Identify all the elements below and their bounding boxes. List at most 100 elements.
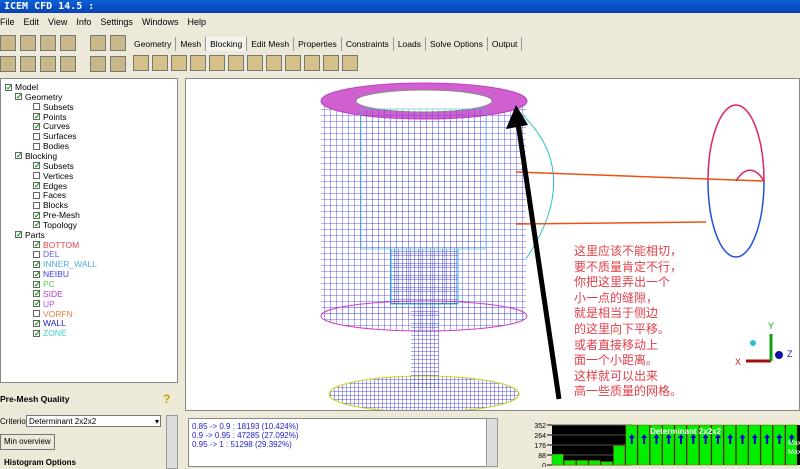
menu-help[interactable]: Help	[187, 14, 206, 30]
histogram-bar[interactable]	[576, 460, 589, 466]
toolbar-icon[interactable]	[40, 55, 56, 72]
checkbox-icon[interactable]	[33, 191, 40, 199]
checkbox-checked-icon[interactable]: ✓	[33, 162, 41, 170]
tree-item-vertices[interactable]: Vertices	[33, 171, 73, 181]
toolbar-icon[interactable]	[90, 35, 106, 51]
histogram-bar[interactable]	[613, 445, 626, 466]
tree-item-topology[interactable]: ✓ Topology	[33, 220, 77, 230]
checkbox-checked-icon[interactable]: ✓	[15, 231, 23, 239]
histogram-bar[interactable]	[773, 424, 785, 466]
tree-item-points[interactable]: ✓ Points	[33, 112, 67, 122]
toolbar-icon[interactable]	[90, 55, 106, 72]
histogram-bar[interactable]	[637, 424, 650, 466]
tree-item-geometry[interactable]: ✓ Geometry	[15, 92, 62, 102]
blocking-tool-icon[interactable]	[323, 55, 339, 71]
log-scrollbar[interactable]	[486, 418, 498, 467]
tree-item-zone[interactable]: ✓ ZONE	[33, 328, 67, 338]
checkbox-checked-icon[interactable]: ✓	[33, 182, 41, 190]
tree-item-faces[interactable]: Faces	[33, 190, 66, 200]
tab-edit-mesh[interactable]: Edit Mesh	[247, 37, 295, 51]
toolbar-icon[interactable]	[110, 55, 126, 72]
tree-item-pre-mesh[interactable]: ✓ Pre-Mesh	[33, 210, 80, 220]
checkbox-checked-icon[interactable]: ✓	[33, 260, 41, 268]
checkbox-checked-icon[interactable]: ✓	[33, 122, 41, 130]
tree-item-pc[interactable]: ✓ PC	[33, 279, 55, 289]
tab-solve-options[interactable]: Solve Options	[426, 37, 488, 51]
histogram-bar[interactable]	[564, 460, 576, 466]
tree-item-bottom[interactable]: ✓ BOTTOM	[33, 240, 79, 250]
tree-item-neibu[interactable]: ✓ NEIBU	[33, 269, 69, 279]
menu-edit[interactable]: Edit	[24, 14, 40, 30]
histogram-bar[interactable]	[723, 424, 736, 466]
tab-constraints[interactable]: Constraints	[342, 37, 394, 51]
checkbox-icon[interactable]	[33, 103, 40, 111]
tree-item-model[interactable]: ✓ Model	[5, 82, 38, 92]
blocking-tool-icon[interactable]	[304, 55, 320, 71]
tab-loads[interactable]: Loads	[394, 37, 426, 51]
checkbox-checked-icon[interactable]: ✓	[33, 319, 41, 327]
tab-properties[interactable]: Properties	[294, 37, 342, 51]
tree-item-parts[interactable]: ✓ Parts	[15, 230, 45, 240]
quality-histogram[interactable]: 352 264 176 88 0 Determinant 2x2x2 Max Max	[520, 420, 800, 469]
checkbox-icon[interactable]	[33, 132, 40, 140]
toolbar-icon[interactable]	[0, 55, 16, 72]
checkbox-icon[interactable]	[33, 172, 40, 180]
checkbox-checked-icon[interactable]: ✓	[33, 280, 41, 288]
tree-item-bodies[interactable]: Bodies	[33, 141, 69, 151]
checkbox-checked-icon[interactable]: ✓	[33, 270, 41, 278]
tree-item-up[interactable]: ✓ UP	[33, 299, 55, 309]
help-icon[interactable]: ?	[163, 392, 170, 406]
checkbox-checked-icon[interactable]: ✓	[15, 152, 23, 160]
blocking-tool-icon[interactable]	[342, 55, 358, 71]
histogram-bar[interactable]	[625, 424, 638, 466]
histogram-bar[interactable]	[748, 424, 761, 466]
tab-mesh[interactable]: Mesh	[176, 37, 207, 51]
checkbox-checked-icon[interactable]: ✓	[33, 300, 41, 308]
checkbox-icon[interactable]	[33, 142, 40, 150]
toolbar-icon[interactable]	[20, 55, 36, 72]
menu-view[interactable]: View	[48, 14, 67, 30]
checkbox-checked-icon[interactable]: ✓	[33, 211, 41, 219]
histogram-bar[interactable]	[551, 453, 564, 466]
tree-item-edges[interactable]: ✓ Edges	[33, 181, 67, 191]
checkbox-checked-icon[interactable]: ✓	[33, 113, 41, 121]
menu-settings[interactable]: Settings	[100, 14, 133, 30]
tree-item-vorfn[interactable]: VORFN	[33, 309, 73, 319]
checkbox-icon[interactable]	[33, 250, 40, 258]
histogram-bar[interactable]	[588, 460, 601, 466]
toolbar-icon[interactable]	[60, 55, 76, 72]
blocking-tool-icon[interactable]	[209, 55, 225, 71]
toolbar-icon[interactable]	[60, 35, 76, 51]
blocking-tool-icon[interactable]	[266, 55, 282, 71]
menu-file[interactable]: File	[0, 14, 15, 30]
tab-geometry[interactable]: Geometry	[130, 37, 177, 51]
checkbox-checked-icon[interactable]: ✓	[33, 241, 41, 249]
tree-item-wall[interactable]: ✓ WALL	[33, 318, 66, 328]
blocking-tool-icon[interactable]	[285, 55, 301, 71]
tree-item-inner_wall[interactable]: ✓ INNER_WALL	[33, 259, 97, 269]
criterion-select[interactable]: Determinant 2x2x2 ▾	[26, 415, 161, 427]
tree-item-subsets[interactable]: Subsets	[33, 102, 74, 112]
histogram-bar[interactable]	[760, 424, 773, 466]
tree-item-curves[interactable]: ✓ Curves	[33, 121, 70, 131]
checkbox-checked-icon[interactable]: ✓	[33, 290, 41, 298]
tree-item-del[interactable]: DEL	[33, 249, 60, 259]
tree-item-surfaces[interactable]: Surfaces	[33, 131, 77, 141]
histogram-bar[interactable]	[600, 461, 613, 466]
histogram-bar[interactable]	[736, 424, 749, 466]
blocking-tool-icon[interactable]	[133, 55, 149, 71]
checkbox-checked-icon[interactable]: ✓	[33, 221, 41, 229]
blocking-tool-icon[interactable]	[152, 55, 168, 71]
toolbar-icon[interactable]	[0, 35, 16, 51]
blocking-tool-icon[interactable]	[247, 55, 263, 71]
toolbar-icon[interactable]	[40, 35, 56, 51]
menu-windows[interactable]: Windows	[142, 14, 179, 30]
blocking-tool-icon[interactable]	[171, 55, 187, 71]
toolbar-icon[interactable]	[110, 35, 126, 51]
tree-item-blocks[interactable]: Blocks	[33, 200, 68, 210]
menu-info[interactable]: Info	[76, 14, 91, 30]
min-overview-button[interactable]: Min overview	[0, 434, 55, 450]
tab-blocking[interactable]: Blocking	[206, 37, 248, 51]
message-log[interactable]: 0.85 -> 0.9 : 18193 (10.424%) 0.9 -> 0.95…	[188, 418, 488, 467]
tree-item-subsets[interactable]: ✓ Subsets	[33, 161, 74, 171]
